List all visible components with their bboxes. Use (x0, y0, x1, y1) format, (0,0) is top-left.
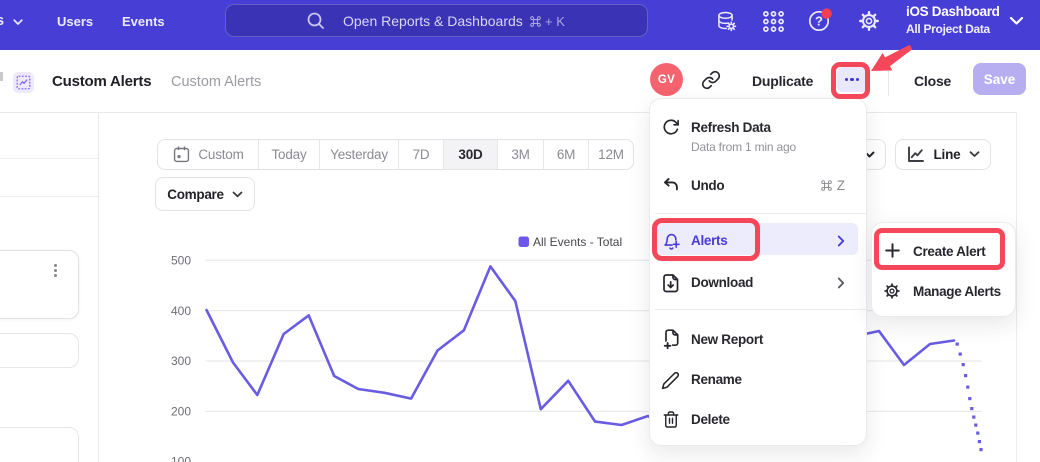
svg-text:500: 500 (171, 254, 191, 268)
svg-text:All Events - Total: All Events - Total (533, 235, 622, 249)
svg-text:200: 200 (171, 405, 191, 419)
svg-text:300: 300 (171, 354, 191, 368)
svg-text:400: 400 (171, 304, 191, 318)
svg-text:100: 100 (171, 455, 191, 462)
svg-text:?: ? (815, 14, 823, 29)
